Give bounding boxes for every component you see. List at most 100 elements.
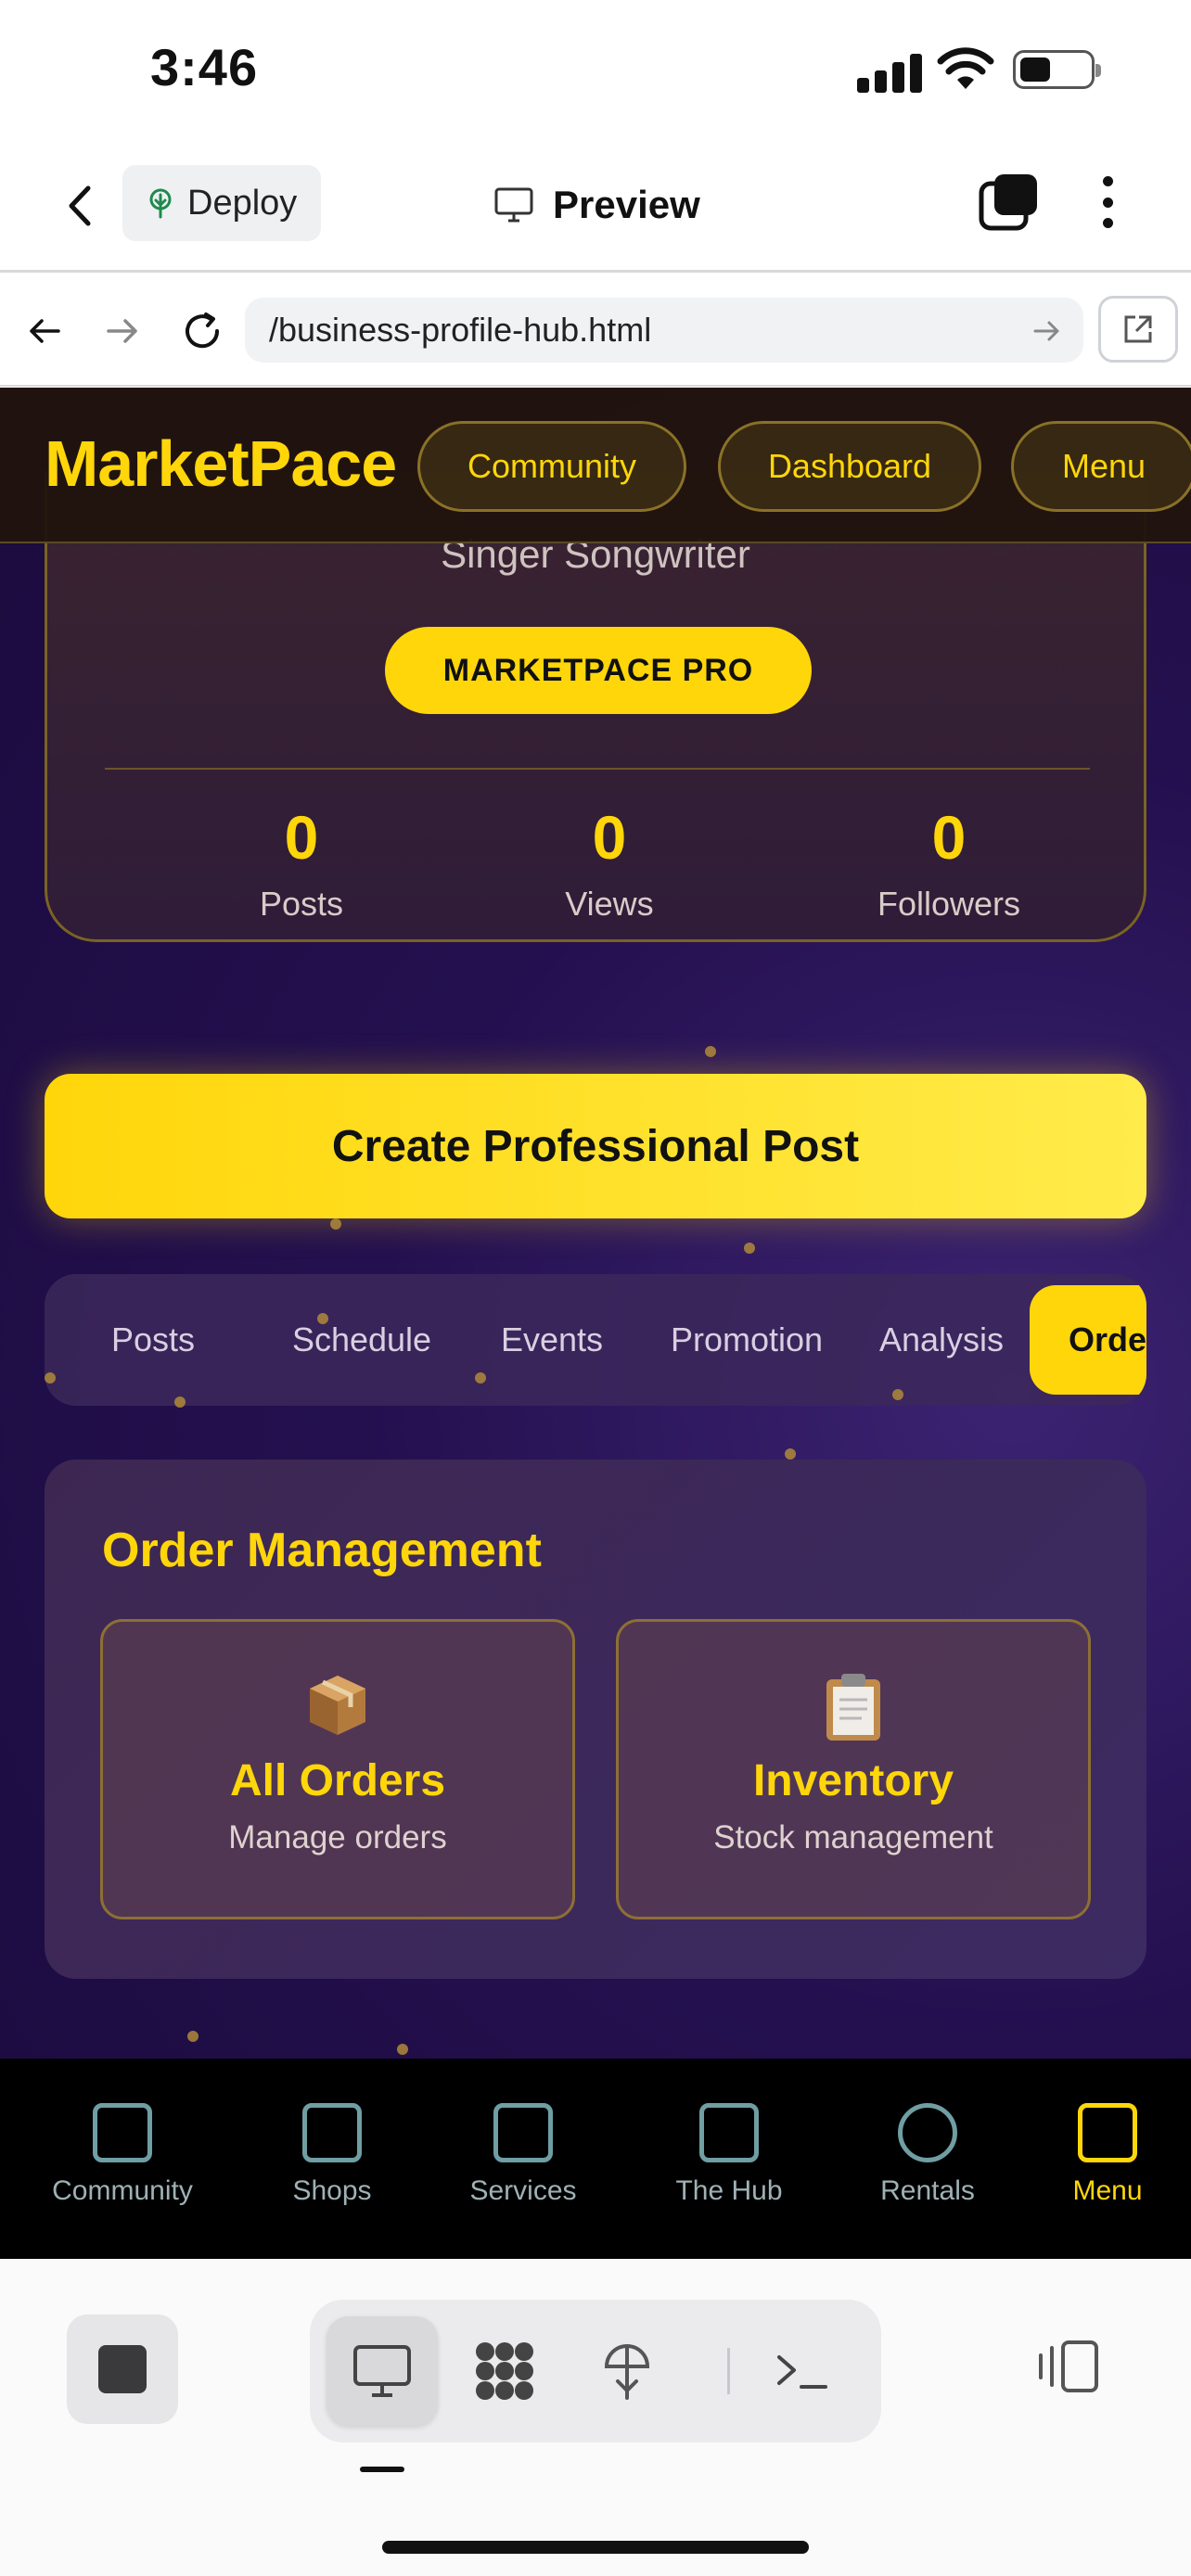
reload-icon	[186, 312, 220, 349]
tab-promotion[interactable]: Promotion	[640, 1274, 853, 1406]
stat-value: 0	[931, 803, 967, 872]
inventory-card[interactable]: Inventory Stock management	[616, 1619, 1091, 1919]
bottom-nav-label: Community	[52, 2175, 193, 2206]
back-button[interactable]	[52, 178, 108, 234]
clock-icon	[898, 2103, 957, 2162]
site-logo[interactable]: MarketPace	[45, 427, 397, 501]
bottom-nav-rentals[interactable]: Rentals	[835, 2103, 1020, 2207]
stat-label: Followers	[877, 885, 1021, 923]
external-link-icon	[1124, 315, 1152, 343]
particle	[892, 1389, 903, 1400]
stat-value: 0	[592, 803, 627, 872]
deploy-view-button[interactable]	[571, 2316, 683, 2426]
bottom-nav-shops[interactable]: Shops	[239, 2103, 425, 2207]
tab-analysis[interactable]: Analysis	[853, 1274, 1030, 1406]
open-external-button[interactable]	[1098, 296, 1178, 363]
more-options-icon[interactable]	[1085, 171, 1130, 234]
header-community-button[interactable]: Community	[417, 421, 686, 512]
bottom-nav-services[interactable]: Services	[430, 2103, 616, 2207]
card-title: All Orders	[229, 1756, 446, 1805]
shopping-bag-icon	[302, 2103, 362, 2162]
url-input[interactable]: /business-profile-hub.html	[245, 298, 1083, 363]
divider	[105, 768, 1090, 770]
particle	[744, 1243, 755, 1254]
tabs-icon[interactable]	[978, 171, 1041, 234]
apps-view-button[interactable]	[449, 2316, 560, 2426]
clipboard-icon	[619, 1670, 1088, 1744]
stat-label: Views	[565, 885, 654, 923]
tab-orders[interactable]: Orde	[1030, 1285, 1146, 1395]
browser-forward-button[interactable]	[95, 303, 150, 359]
particle	[785, 1448, 796, 1460]
site-header: MarketPace Community Dashboard Menu	[0, 388, 1191, 543]
header-menu-button[interactable]: Menu	[1011, 421, 1191, 512]
stat-label: Posts	[259, 885, 344, 923]
bottom-nav-label: Rentals	[880, 2175, 975, 2206]
section-tabs: Posts Schedule Events Promotion Analysis…	[45, 1274, 1146, 1406]
stop-button[interactable]	[67, 2315, 178, 2424]
order-management-panel: Order Management All Orders Manage order…	[45, 1460, 1146, 1979]
battery-icon	[1013, 50, 1101, 89]
community-icon	[93, 2103, 152, 2162]
status-time: 3:46	[150, 38, 259, 96]
deploy-button[interactable]: Deploy	[122, 165, 321, 241]
home-indicator	[382, 2541, 809, 2554]
nodes-icon	[476, 2342, 533, 2400]
bottom-nav-the-hub[interactable]: The Hub	[636, 2103, 822, 2207]
bottom-nav-community[interactable]: Community	[30, 2103, 215, 2207]
bottom-nav-label: Menu	[1072, 2175, 1143, 2206]
particle	[397, 2044, 408, 2055]
active-indicator	[360, 2467, 404, 2472]
deploy-icon	[604, 2344, 650, 2400]
particle	[45, 1372, 56, 1384]
url-text: /business-profile-hub.html	[269, 311, 652, 349]
desktop-view-button[interactable]	[327, 2316, 438, 2426]
tab-schedule[interactable]: Schedule	[260, 1274, 464, 1406]
url-bar: /business-profile-hub.html	[0, 275, 1191, 387]
particle	[705, 1046, 716, 1057]
wifi-icon	[937, 47, 994, 89]
web-content: MarketPace Community Dashboard Menu Sing…	[0, 388, 1191, 2059]
terminal-icon	[777, 2355, 827, 2389]
preview-title: Preview	[493, 172, 700, 237]
tab-events[interactable]: Events	[464, 1274, 640, 1406]
preview-label: Preview	[553, 183, 700, 226]
reload-button[interactable]	[174, 303, 230, 359]
status-bar: 3:46	[0, 0, 1191, 139]
arrow-left-icon	[30, 319, 60, 343]
create-post-button[interactable]: Create Professional Post	[45, 1074, 1146, 1218]
bottom-nav-menu[interactable]: Menu	[1015, 2103, 1191, 2207]
separator	[727, 2348, 730, 2394]
particle	[187, 2031, 198, 2042]
stat-views: 0 Views	[470, 807, 749, 924]
app-bar: Deploy Preview	[0, 139, 1191, 273]
deploy-label: Deploy	[187, 183, 298, 223]
go-arrow-icon[interactable]	[1030, 314, 1063, 348]
monitor-icon	[494, 187, 533, 223]
particle	[174, 1396, 186, 1408]
deploy-icon	[149, 188, 172, 219]
stat-followers: 0 Followers	[810, 807, 1088, 924]
particle	[475, 1372, 486, 1384]
stat-value: 0	[284, 803, 319, 872]
tab-posts[interactable]: Posts	[45, 1274, 262, 1406]
monitor-icon	[353, 2345, 411, 2397]
card-title: Inventory	[752, 1756, 954, 1805]
side-panel-button[interactable]	[1031, 2329, 1106, 2404]
stat-posts: 0 Posts	[162, 807, 441, 924]
particle	[317, 1313, 328, 1324]
chevron-left-icon	[69, 185, 91, 226]
bottom-nav-label: Services	[469, 2175, 577, 2206]
package-icon	[103, 1670, 572, 1744]
menu-icon	[1078, 2103, 1137, 2162]
side-panel-icon	[1039, 2340, 1098, 2392]
panel-title: Order Management	[102, 1524, 542, 1577]
console-view-button[interactable]	[746, 2316, 857, 2426]
arrow-right-icon	[107, 319, 137, 343]
browser-back-button[interactable]	[17, 303, 72, 359]
pro-badge: MARKETPACE PRO	[385, 627, 812, 714]
card-subtitle: Stock management	[713, 1819, 993, 1855]
header-dashboard-button[interactable]: Dashboard	[718, 421, 981, 512]
stop-icon	[98, 2345, 147, 2393]
all-orders-card[interactable]: All Orders Manage orders	[100, 1619, 575, 1919]
